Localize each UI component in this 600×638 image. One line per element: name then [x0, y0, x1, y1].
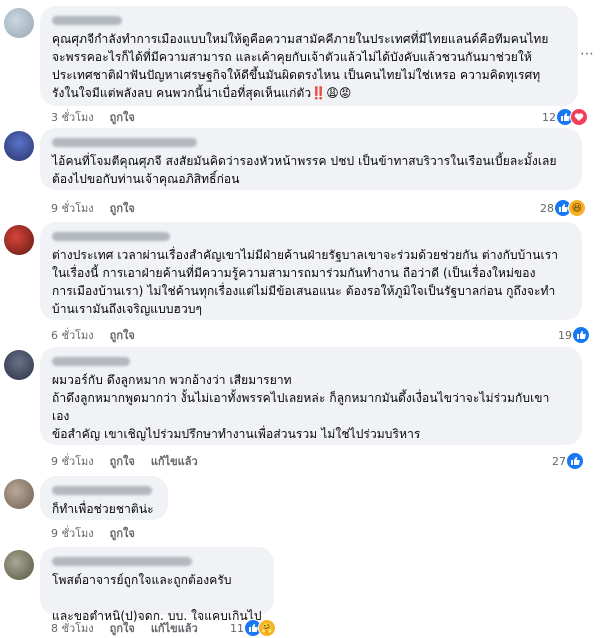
comment-text: ผมวอร์กับ ดึงลูกหมาก พวกอ้างว่า เสียมารย… — [52, 373, 550, 441]
comment-text: ไอ้คนที่โจมตีคุณศุภจี สงสัยมันคิดว่ารองห… — [52, 154, 557, 186]
reaction-count: 12 — [542, 110, 556, 124]
commenter-name[interactable] — [52, 353, 570, 369]
comment-time: 8 ชั่วโมง — [51, 622, 94, 635]
avatar[interactable] — [4, 131, 34, 161]
reaction-summary[interactable]: 11 🤗 — [230, 619, 276, 637]
commenter-name[interactable] — [52, 553, 262, 569]
avatar[interactable] — [4, 8, 34, 38]
comment-time: 9 ชั่วโมง — [51, 202, 94, 215]
comment-text: ต่างประเทศ เวลาผ่านเรื่องสำคัญเขาไม่มีฝ่… — [52, 248, 559, 316]
more-options-icon[interactable]: ⋯ — [580, 46, 594, 62]
comment-bubble: ไอ้คนที่โจมตีคุณศุภจี สงสัยมันคิดว่ารองห… — [40, 128, 582, 190]
comment-bubble: ผมวอร์กับ ดึงลูกหมาก พวกอ้างว่า เสียมารย… — [40, 347, 582, 445]
comment-bubble: คุณศุภจีกำลังทำการเมืองแบบใหม่ให้ดูคือคว… — [40, 6, 578, 106]
like-button[interactable]: ถูกใจ — [110, 326, 135, 344]
like-button[interactable]: ถูกใจ — [110, 452, 135, 470]
reaction-summary[interactable]: 27 — [552, 452, 584, 470]
comment-time: 6 ชั่วโมง — [51, 329, 94, 342]
comment-meta: 3 ชั่วโมง ถูกใจ — [51, 108, 135, 126]
reaction-count: 28 — [540, 201, 554, 215]
comment-bubble: ต่างประเทศ เวลาผ่านเรื่องสำคัญเขาไม่มีฝ่… — [40, 222, 582, 320]
comment-text: โพสต์อาจารย์ถูกใจและถูกต้องครับ และขอตำห… — [52, 573, 262, 623]
like-reaction-icon — [566, 452, 584, 470]
commenter-name[interactable] — [52, 482, 156, 498]
avatar[interactable] — [4, 225, 34, 255]
reaction-summary[interactable]: 28 😆 — [540, 199, 586, 217]
reaction-summary[interactable]: 19 — [558, 326, 590, 344]
comment-meta: 9 ชั่วโมง ถูกใจ แก้ไขแล้ว — [51, 452, 198, 470]
reaction-count: 11 — [230, 621, 244, 635]
avatar[interactable] — [4, 550, 34, 580]
comment-time: 9 ชั่วโมง — [51, 455, 94, 468]
comment-meta: 6 ชั่วโมง ถูกใจ — [51, 326, 135, 344]
avatar[interactable] — [4, 479, 34, 509]
like-reaction-icon — [572, 326, 590, 344]
commenter-name[interactable] — [52, 134, 570, 150]
avatar[interactable] — [4, 350, 34, 380]
like-button[interactable]: ถูกใจ — [110, 108, 135, 126]
commenter-name[interactable] — [52, 228, 570, 244]
like-button[interactable]: ถูกใจ — [110, 619, 135, 637]
comment-text: ก็ทำเพื่อช่วยชาติน่ะ — [52, 502, 154, 516]
comment-meta: 9 ชั่วโมง ถูกใจ — [51, 524, 135, 542]
comment-meta: 8 ชั่วโมง ถูกใจ แก้ไขแล้ว — [51, 619, 198, 637]
comment-text: คุณศุภจีกำลังทำการเมืองแบบใหม่ให้ดูคือคว… — [52, 32, 549, 100]
edited-label[interactable]: แก้ไขแล้ว — [151, 619, 198, 637]
comment-bubble: โพสต์อาจารย์ถูกใจและถูกต้องครับ และขอตำห… — [40, 547, 274, 623]
comment-bubble: ก็ทำเพื่อช่วยชาติน่ะ — [40, 476, 168, 520]
haha-reaction-icon: 😆 — [568, 199, 586, 217]
reaction-summary[interactable]: 12 — [542, 108, 588, 126]
comment-time: 9 ชั่วโมง — [51, 527, 94, 540]
comment-time: 3 ชั่วโมง — [51, 111, 94, 124]
reaction-count: 27 — [552, 454, 566, 468]
like-button[interactable]: ถูกใจ — [110, 524, 135, 542]
love-reaction-icon — [570, 108, 588, 126]
commenter-name[interactable] — [52, 12, 566, 28]
reaction-count: 19 — [558, 328, 572, 342]
comment-meta: 9 ชั่วโมง ถูกใจ — [51, 199, 135, 217]
care-reaction-icon: 🤗 — [258, 619, 276, 637]
edited-label[interactable]: แก้ไขแล้ว — [151, 452, 198, 470]
like-button[interactable]: ถูกใจ — [110, 199, 135, 217]
